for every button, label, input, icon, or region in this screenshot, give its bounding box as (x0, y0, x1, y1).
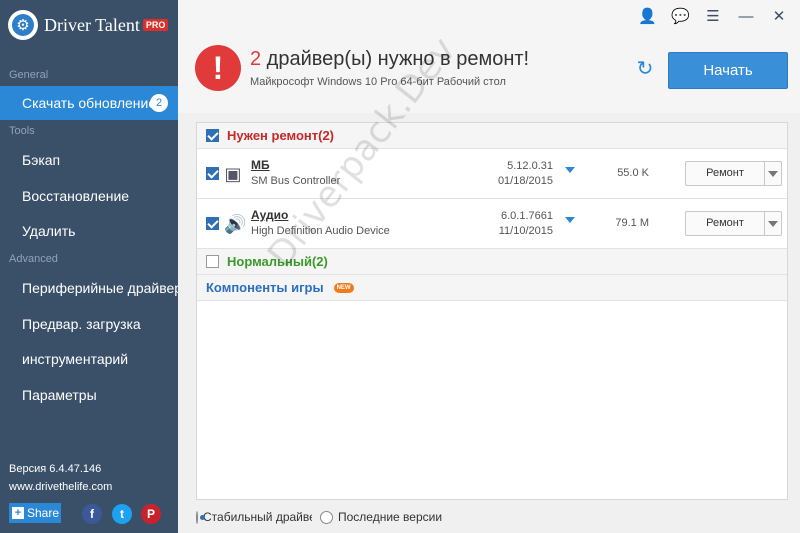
sidebar-item-download-update[interactable]: Скачать обновление 2 (0, 86, 178, 120)
group-normal[interactable]: Нормальный(2) (197, 249, 787, 275)
stable-driver-option[interactable]: Стабильный драйвер (196, 510, 312, 524)
sidebar-item-backup[interactable]: Бэкап (0, 143, 178, 177)
sidebar-item-peripheral-drivers[interactable]: Периферийные драйверы (0, 271, 178, 305)
sidebar-item-label: Параметры (22, 387, 97, 403)
group-normal-checkbox[interactable] (206, 255, 219, 268)
driver-version: 6.0.1.7661 (501, 210, 553, 222)
sidebar-item-label: инструментарий (22, 351, 129, 367)
chevron-down-icon[interactable] (765, 212, 781, 235)
driver-issue-count: 2 (250, 48, 262, 70)
version-text: Версия 6.4.47.146 (9, 463, 102, 475)
driver-size: 79.1 M (615, 217, 649, 229)
repair-button[interactable]: Ремонт (685, 211, 782, 236)
sidebar-item-label: Периферийные драйверы (22, 280, 178, 296)
driver-name[interactable]: Аудио (251, 208, 288, 222)
repair-button-label: Ремонт (686, 162, 765, 185)
latest-option-label: Последние версии (338, 510, 443, 524)
twitter-icon[interactable]: t (112, 504, 132, 524)
sidebar-item-label: Удалить (22, 223, 76, 239)
repair-button-label: Ремонт (686, 212, 765, 235)
app-logo: ⚙ Driver Talent PRO (0, 0, 178, 50)
speaker-icon: 🔊 (224, 214, 247, 234)
chat-icon[interactable]: 💬 (671, 8, 690, 26)
alert-icon: ! (195, 45, 241, 91)
driver-version-info: 5.12.0.31 01/18/2015 (477, 159, 553, 189)
driver-name[interactable]: МБ (251, 158, 270, 172)
plus-icon: + (12, 507, 24, 519)
refresh-icon[interactable]: ↻ (634, 58, 656, 80)
driver-row: ▣ МБ SM Bus Controller 5.12.0.31 01/18/2… (197, 149, 787, 199)
stable-option-label: Стабильный драйвер (203, 510, 312, 524)
repair-button[interactable]: Ремонт (685, 161, 782, 186)
driver-description: High Definition Audio Device (251, 225, 390, 237)
section-tools-label: Tools (9, 125, 35, 137)
new-badge: NEW (333, 282, 354, 293)
start-button[interactable]: Начать (668, 52, 788, 89)
group-need-repair[interactable]: Нужен ремонт(2) (197, 123, 787, 149)
sidebar-item-settings[interactable]: Параметры (0, 378, 178, 412)
pro-badge: PRO (142, 19, 169, 31)
driver-checkbox[interactable] (206, 167, 219, 180)
driver-checkbox[interactable] (206, 217, 219, 230)
section-general-label: General (9, 69, 49, 81)
close-icon[interactable]: ✕ (770, 8, 788, 26)
group-normal-label: Нормальный(2) (227, 254, 328, 269)
alert-title: 2 драйвер(ы) нужно в ремонт! (250, 48, 529, 71)
sidebar-item-label: Бэкап (22, 152, 61, 168)
pinterest-icon[interactable]: P (141, 504, 161, 524)
website-link[interactable]: www.drivethelife.com (9, 481, 112, 493)
driver-version-info: 6.0.1.7661 11/10/2015 (477, 209, 553, 239)
share-label: Share (27, 506, 60, 520)
driver-list-panel: Нужен ремонт(2) ▣ МБ SM Bus Controller 5… (196, 122, 788, 500)
latest-version-option[interactable]: Последние версии (320, 510, 446, 524)
header: 👤 💬 ☰ — ✕ ! 2 драйвер(ы) нужно в ремонт!… (178, 0, 800, 113)
app-name: Driver Talent (44, 14, 140, 35)
os-info: Майкрософт Windows 10 Pro 64-бит Рабочий… (250, 76, 506, 88)
sidebar-item-label: Скачать обновление (22, 95, 157, 111)
update-count-badge: 2 (150, 94, 168, 112)
sidebar-item-uninstall[interactable]: Удалить (0, 214, 178, 248)
sidebar-item-label: Предвар. загрузка (22, 316, 141, 332)
driver-version: 5.12.0.31 (507, 160, 553, 172)
sidebar-item-predownload[interactable]: Предвар. загрузка (0, 307, 178, 341)
version-dropdown-icon[interactable] (565, 217, 575, 223)
window-controls: 👤 💬 ☰ — ✕ (638, 8, 788, 26)
stable-radio[interactable] (196, 510, 205, 524)
group-games-label: Компоненты игры (206, 280, 324, 295)
chevron-down-icon[interactable] (765, 162, 781, 185)
driver-row: 🔊 Аудио High Definition Audio Device 6.0… (197, 199, 787, 249)
gear-logo-icon: ⚙ (8, 10, 38, 40)
group-repair-label: Нужен ремонт(2) (227, 128, 335, 143)
menu-icon[interactable]: ☰ (704, 8, 722, 26)
alert-title-text: драйвер(ы) нужно в ремонт! (261, 48, 530, 70)
driver-description: SM Bus Controller (251, 175, 341, 187)
section-advanced-label: Advanced (9, 253, 58, 265)
group-game-components[interactable]: Компоненты игры NEW (197, 275, 787, 301)
chip-icon: ▣ (224, 164, 242, 184)
sidebar-item-label: Восстановление (22, 188, 130, 204)
sidebar: ⚙ Driver Talent PRO General Скачать обно… (0, 0, 178, 533)
sidebar-item-restore[interactable]: Восстановление (0, 179, 178, 213)
version-dropdown-icon[interactable] (565, 167, 575, 173)
group-repair-checkbox[interactable] (206, 129, 219, 142)
minimize-icon[interactable]: — (737, 8, 755, 26)
latest-radio[interactable] (320, 510, 333, 524)
driver-size: 55.0 K (617, 167, 649, 179)
driver-date: 11/10/2015 (498, 225, 553, 237)
user-feedback-icon[interactable]: 👤 (638, 8, 657, 26)
driver-date: 01/18/2015 (497, 175, 553, 187)
facebook-icon[interactable]: f (82, 504, 102, 524)
sidebar-item-toolkit[interactable]: инструментарий (0, 342, 178, 376)
share-button[interactable]: + Share (9, 503, 61, 523)
